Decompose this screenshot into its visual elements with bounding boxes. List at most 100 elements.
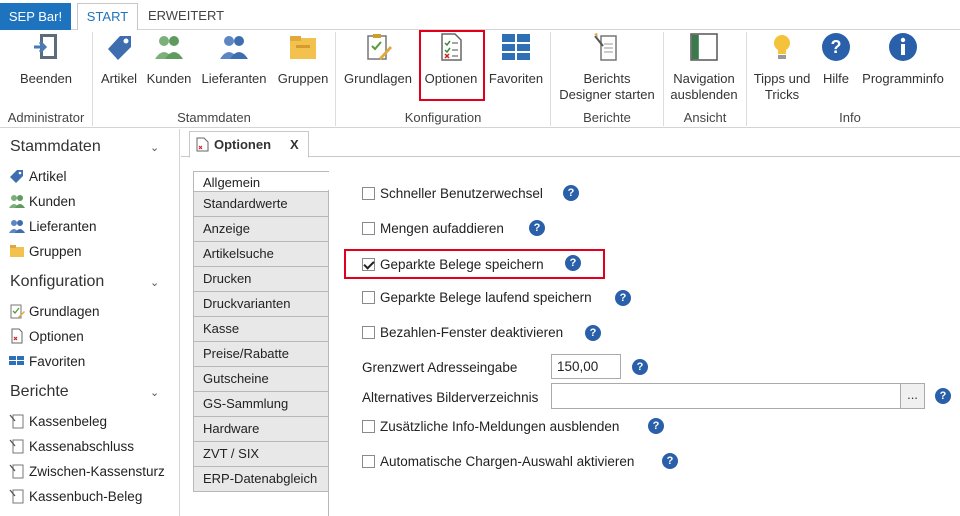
tab-erweitert[interactable]: ERWEITERT: [143, 3, 229, 30]
option-geparkte-belege-laufend-speichern[interactable]: Geparkte Belege laufend speichern: [362, 289, 592, 307]
grid-icon: [9, 356, 24, 365]
group-label-stammdaten: Stammdaten: [177, 110, 251, 125]
options-doc-icon: [196, 137, 209, 152]
group-label-berichte: Berichte: [583, 110, 631, 125]
grid-icon: [502, 34, 530, 60]
sidebar-item-kassenbeleg[interactable]: Kassenbeleg: [9, 412, 107, 432]
category-allgemein[interactable]: Allgemein: [193, 171, 329, 192]
option-mengen-aufaddieren[interactable]: Mengen aufaddieren: [362, 220, 504, 238]
category-standardwerte[interactable]: Standardwerte: [193, 192, 329, 217]
help-icon[interactable]: ?: [648, 418, 664, 434]
category-artikelsuche[interactable]: Artikelsuche: [193, 242, 329, 267]
checkbox[interactable]: [362, 291, 375, 304]
chevron-down-icon[interactable]: ⌄: [150, 141, 159, 154]
tab-start[interactable]: START: [77, 3, 138, 31]
help-icon[interactable]: ?: [632, 359, 648, 375]
report-designer-icon: [594, 33, 617, 61]
help-icon[interactable]: ?: [529, 220, 545, 236]
checkbox[interactable]: [362, 187, 375, 200]
grundlagen-button[interactable]: Grundlagen: [341, 32, 415, 106]
tipps-und-tricks-button[interactable]: Tipps und Tricks: [749, 32, 815, 106]
chevron-down-icon[interactable]: ⌄: [150, 386, 159, 399]
beenden-button[interactable]: Beenden: [12, 32, 80, 106]
close-tab-button[interactable]: X: [290, 132, 299, 157]
programminfo-button[interactable]: Programminfo: [857, 32, 949, 106]
svg-text:?: ?: [831, 37, 842, 57]
browse-button[interactable]: ...: [900, 383, 925, 409]
sidebar-item-artikel[interactable]: Artikel: [9, 167, 67, 187]
group-label-info: Info: [839, 110, 861, 125]
sidebar-item-gruppen[interactable]: Gruppen: [9, 242, 82, 262]
help-icon[interactable]: ?: [935, 388, 951, 404]
berichts-designer-button[interactable]: Berichts Designer starten: [553, 32, 661, 106]
geparkte-belege-highlight-box: [344, 249, 605, 279]
app-menu-button[interactable]: SEP Bar!: [0, 3, 71, 30]
help-icon[interactable]: ?: [585, 325, 601, 341]
sidebar-item-kunden[interactable]: Kunden: [9, 192, 76, 212]
optionen-highlight-box: [419, 30, 485, 101]
help-icon[interactable]: ?: [615, 290, 631, 306]
bilderverzeichnis-input[interactable]: [551, 383, 901, 409]
suppliers-icon: [9, 220, 25, 233]
ribbon-tab-bar: SEP Bar! START ERWEITERT: [0, 0, 960, 31]
report-icon: [9, 464, 24, 479]
sidebar-item-lieferanten[interactable]: Lieferanten: [9, 217, 97, 237]
lieferanten-button[interactable]: Lieferanten: [198, 32, 270, 106]
folder-icon: [290, 36, 316, 59]
sidebar-section-konfiguration[interactable]: Konfiguration: [10, 273, 104, 291]
gruppen-button[interactable]: Gruppen: [274, 32, 332, 106]
sidebar-item-optionen[interactable]: Optionen: [9, 327, 84, 347]
hilfe-button[interactable]: ? Hilfe: [818, 32, 854, 106]
navigation-ausblenden-button[interactable]: Navigation ausblenden: [666, 32, 742, 106]
grenzwert-adresseingabe-input[interactable]: 150,00: [551, 354, 621, 379]
category-erp-datenabgleich[interactable]: ERP-Datenabgleich: [193, 467, 329, 492]
kunden-button[interactable]: Kunden: [144, 32, 194, 106]
bilderverzeichnis-label: Alternatives Bilderverzeichnis: [362, 390, 539, 405]
tab-optionen[interactable]: Optionen X: [189, 131, 309, 158]
favoriten-button[interactable]: Favoriten: [486, 32, 546, 106]
chevron-down-icon[interactable]: ⌄: [150, 276, 159, 289]
clipboard-edit-icon: [367, 34, 392, 60]
checkbox[interactable]: [362, 222, 375, 235]
category-anzeige[interactable]: Anzeige: [193, 217, 329, 242]
sidebar-item-kassenabschluss[interactable]: Kassenabschluss: [9, 437, 134, 457]
category-druckvarianten[interactable]: Druckvarianten: [193, 292, 329, 317]
checkbox[interactable]: [362, 455, 375, 468]
help-icon[interactable]: ?: [662, 453, 678, 469]
tag-icon: [108, 36, 131, 60]
sidebar-section-stammdaten[interactable]: Stammdaten: [10, 138, 101, 156]
group-label-konfiguration: Konfiguration: [404, 110, 482, 125]
sidebar-item-zwischen-kassensturz[interactable]: Zwischen-Kassensturz: [9, 462, 165, 482]
artikel-button[interactable]: Artikel: [96, 32, 142, 106]
option-bezahlen-fenster-deaktivieren[interactable]: Bezahlen-Fenster deaktivieren: [362, 324, 563, 342]
options-doc-icon: [11, 328, 23, 344]
option-schneller-benutzerwechsel[interactable]: Schneller Benutzerwechsel: [362, 185, 543, 203]
category-drucken[interactable]: Drucken: [193, 267, 329, 292]
document-tab-strip: Optionen X: [181, 129, 960, 158]
sidebar-section-berichte[interactable]: Berichte: [10, 383, 69, 401]
customers-icon: [155, 36, 183, 59]
sidebar-item-favoriten[interactable]: Favoriten: [9, 352, 85, 372]
info-icon: [889, 33, 917, 61]
lightbulb-icon: [774, 35, 790, 59]
option-info-meldungen-ausblenden[interactable]: Zusätzliche Info-Meldungen ausblenden: [362, 418, 619, 436]
category-gs-sammlung[interactable]: GS-Sammlung: [193, 392, 329, 417]
ribbon: Beenden Administrator Artikel Kunden Lie…: [0, 30, 960, 128]
panel-divider: [328, 190, 329, 516]
exit-icon: [34, 34, 57, 59]
category-zvt-six[interactable]: ZVT / SIX: [193, 442, 329, 467]
customers-icon: [9, 195, 25, 208]
report-icon: [9, 489, 24, 504]
option-chargen-auswahl-aktivieren[interactable]: Automatische Chargen-Auswahl aktivieren: [362, 453, 634, 471]
report-icon: [9, 439, 24, 454]
sidebar-item-kassenbuch-beleg[interactable]: Kassenbuch-Beleg: [9, 487, 142, 507]
category-kasse[interactable]: Kasse: [193, 317, 329, 342]
tag-icon: [10, 170, 23, 183]
category-hardware[interactable]: Hardware: [193, 417, 329, 442]
category-preise-rabatte[interactable]: Preise/Rabatte: [193, 342, 329, 367]
checkbox[interactable]: [362, 326, 375, 339]
sidebar-item-grundlagen[interactable]: Grundlagen: [9, 302, 100, 322]
checkbox[interactable]: [362, 420, 375, 433]
category-gutscheine[interactable]: Gutscheine: [193, 367, 329, 392]
help-icon[interactable]: ?: [563, 185, 579, 201]
